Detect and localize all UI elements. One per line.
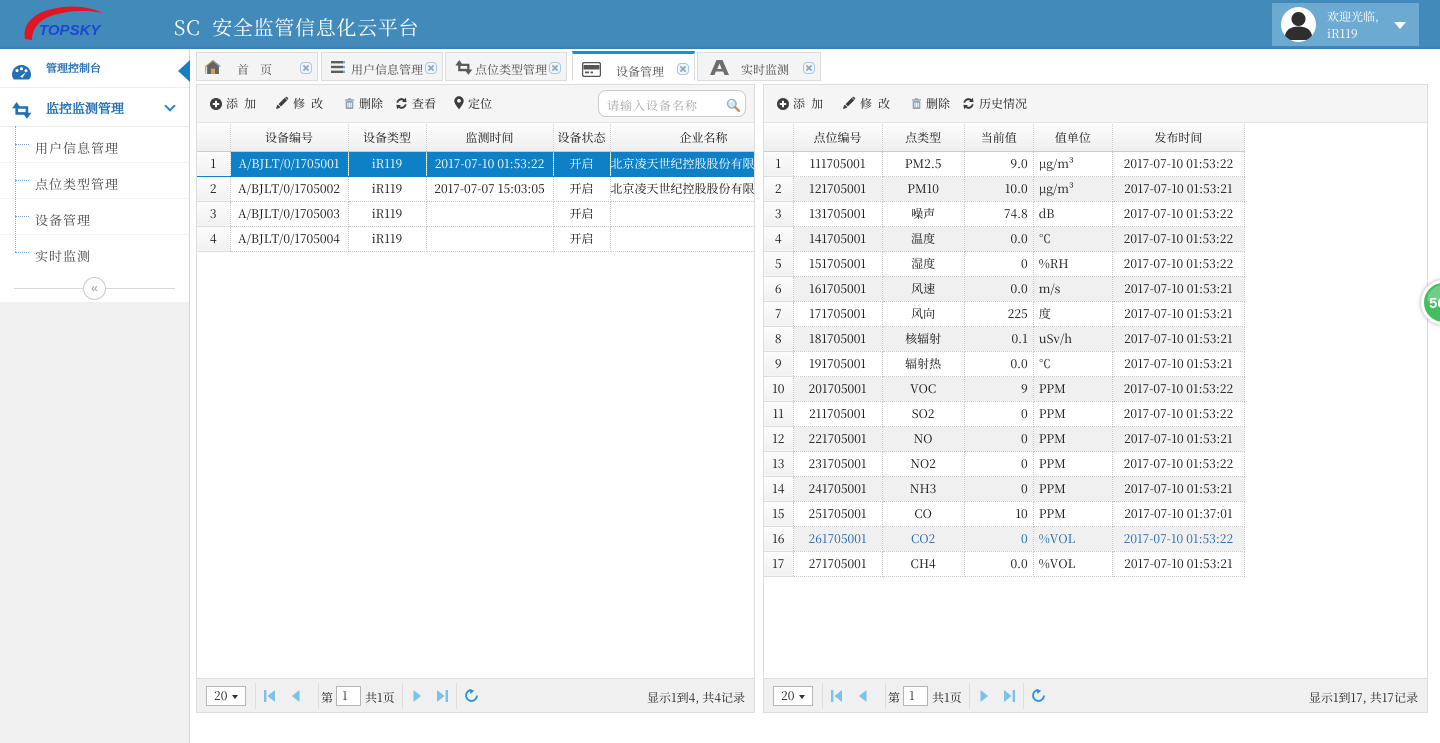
svg-text:TOPSKY: TOPSKY [39,22,102,39]
